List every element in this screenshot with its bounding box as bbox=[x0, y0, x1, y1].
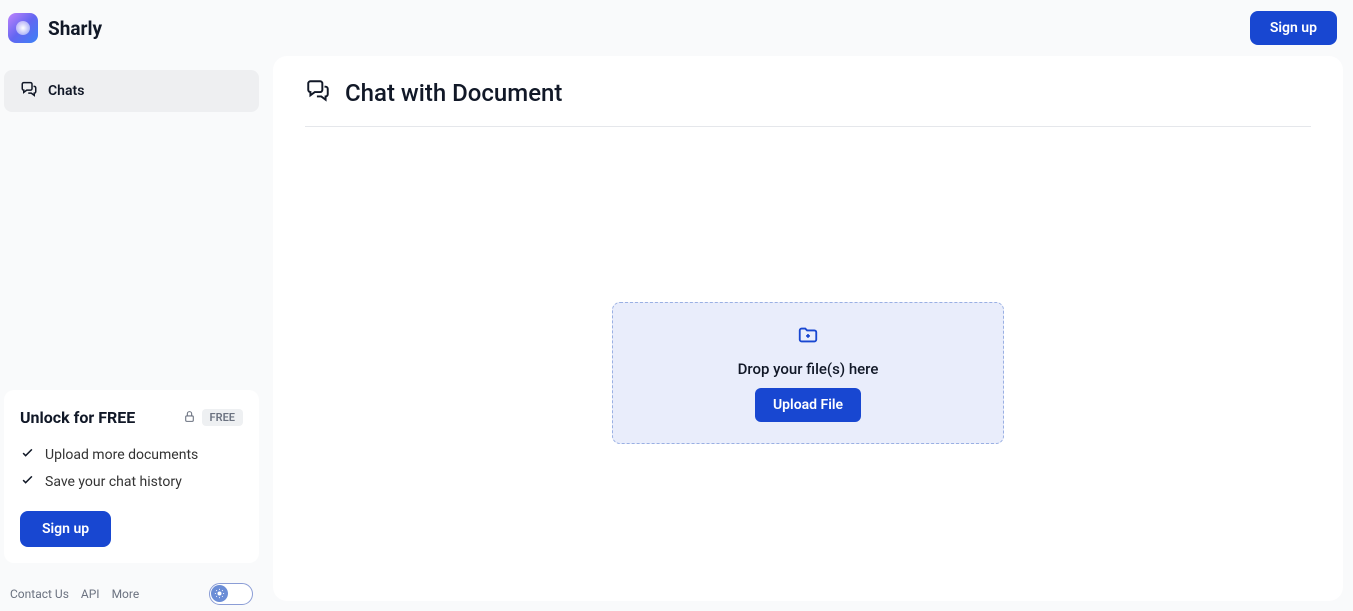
chat-icon bbox=[305, 78, 331, 108]
promo-feature-text: Upload more documents bbox=[45, 447, 198, 463]
upload-dropzone[interactable]: Drop your file(s) here Upload File bbox=[612, 302, 1004, 444]
folder-add-icon bbox=[796, 324, 820, 350]
check-icon bbox=[20, 472, 35, 491]
sidebar-nav: Chats bbox=[0, 56, 263, 112]
upload-drop-text: Drop your file(s) here bbox=[738, 360, 879, 378]
signup-button-promo[interactable]: Sign up bbox=[20, 511, 111, 547]
main-container: Chats Unlock for FREE FREE bbox=[0, 56, 1353, 611]
sidebar-item-chats[interactable]: Chats bbox=[4, 70, 259, 112]
promo-card: Unlock for FREE FREE Uploa bbox=[4, 390, 259, 563]
upload-area-wrapper: Drop your file(s) here Upload File bbox=[305, 127, 1311, 579]
sidebar-spacer bbox=[0, 112, 263, 390]
lock-icon bbox=[183, 408, 196, 427]
signup-button-header[interactable]: Sign up bbox=[1250, 11, 1337, 45]
sidebar-item-label: Chats bbox=[48, 83, 84, 99]
content: Chat with Document Drop your file(s) her… bbox=[273, 56, 1343, 601]
brand[interactable]: Sharly bbox=[8, 13, 102, 43]
theme-toggle[interactable] bbox=[209, 583, 253, 605]
promo-feature-text: Save your chat history bbox=[45, 474, 182, 490]
upload-file-button[interactable]: Upload File bbox=[755, 388, 861, 422]
check-icon bbox=[20, 445, 35, 464]
promo-features: Upload more documents Save your chat his… bbox=[20, 441, 243, 495]
logo-icon bbox=[8, 13, 38, 43]
free-badge: FREE bbox=[202, 409, 243, 426]
brand-name: Sharly bbox=[48, 17, 102, 40]
sun-icon bbox=[214, 584, 225, 603]
footer-link-api[interactable]: API bbox=[81, 587, 100, 601]
sidebar: Chats Unlock for FREE FREE bbox=[0, 56, 263, 611]
footer-links: Contact Us API More bbox=[10, 587, 139, 601]
promo-title: Unlock for FREE bbox=[20, 408, 135, 427]
sidebar-footer: Contact Us API More bbox=[0, 573, 263, 611]
promo-feature-item: Upload more documents bbox=[20, 441, 243, 468]
footer-link-more[interactable]: More bbox=[112, 587, 140, 601]
page-title: Chat with Document bbox=[345, 79, 562, 107]
promo-feature-item: Save your chat history bbox=[20, 468, 243, 495]
header: Sharly Sign up bbox=[0, 0, 1353, 56]
content-header: Chat with Document bbox=[305, 78, 1311, 127]
footer-link-contact[interactable]: Contact Us bbox=[10, 587, 69, 601]
chat-icon bbox=[20, 80, 38, 102]
promo-badge: FREE bbox=[183, 408, 243, 427]
promo-header: Unlock for FREE FREE bbox=[20, 408, 243, 427]
theme-toggle-knob bbox=[211, 585, 228, 602]
